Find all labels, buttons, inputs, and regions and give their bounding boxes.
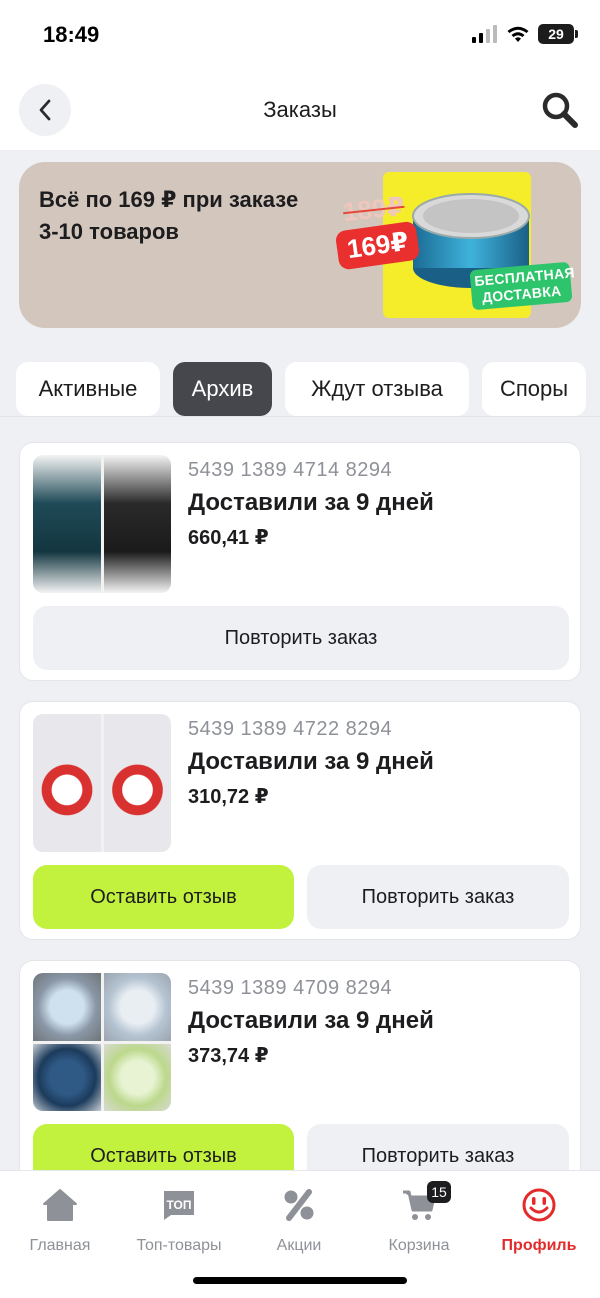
order-card[interactable]: 5439 1389 4722 8294 Доставили за 9 дней …: [19, 701, 581, 940]
order-price: 660,41 ₽: [188, 527, 269, 549]
nav-label: Топ-товары: [136, 1237, 222, 1254]
free-delivery-badge: БЕСПЛАТНАЯ ДОСТАВКА: [469, 261, 575, 311]
nav-profile[interactable]: Профиль: [479, 1185, 599, 1255]
search-icon: [542, 92, 578, 128]
product-image: [103, 973, 171, 1041]
signal-icon: [472, 25, 497, 43]
status-bar: 18:49 29: [0, 0, 600, 70]
battery-icon: 29: [538, 24, 578, 44]
home-indicator[interactable]: [193, 1277, 407, 1284]
tab-awaiting-review[interactable]: Ждут отзыва: [285, 362, 469, 416]
divider: [0, 416, 600, 417]
order-price: 310,72 ₽: [188, 786, 269, 808]
product-image: [103, 1043, 171, 1111]
order-number: 5439 1389 4709 8294: [188, 977, 393, 999]
nav-label: Профиль: [501, 1237, 577, 1254]
search-button[interactable]: [540, 90, 580, 130]
status-icons: 29: [472, 24, 578, 44]
order-price: 373,74 ₽: [188, 1045, 269, 1067]
tab-archive[interactable]: Архив: [173, 362, 272, 416]
cart-count-badge: 15: [427, 1181, 451, 1203]
promo-banner[interactable]: Всё по 169 ₽ при заказе 3-10 товаров 189…: [19, 162, 581, 328]
order-status: Доставили за 9 дней: [188, 1007, 434, 1034]
order-card[interactable]: 5439 1389 4714 8294 Доставили за 9 дней …: [19, 442, 581, 681]
product-image: [33, 714, 101, 852]
nav-header: Заказы: [0, 70, 600, 150]
tab-active[interactable]: Активные: [16, 362, 160, 416]
product-image: [33, 1043, 101, 1111]
svg-text:ТОП: ТОП: [167, 1198, 192, 1212]
profile-icon: [522, 1188, 556, 1222]
tab-disputes[interactable]: Споры: [482, 362, 586, 416]
status-time: 18:49: [43, 22, 100, 47]
product-image: [103, 455, 171, 593]
promo-text: Всё по 169 ₽ при заказе 3-10 товаров: [39, 187, 299, 244]
order-number: 5439 1389 4722 8294: [188, 718, 393, 740]
nav-label: Главная: [29, 1237, 91, 1254]
nav-label: Корзина: [388, 1237, 450, 1254]
order-status: Доставили за 9 дней: [188, 489, 434, 516]
page-title: Заказы: [263, 97, 337, 122]
top-icon: ТОП: [164, 1191, 194, 1220]
home-icon: [43, 1189, 77, 1221]
nav-cart[interactable]: Корзина: [359, 1185, 479, 1255]
order-number: 5439 1389 4714 8294: [188, 459, 393, 481]
order-tabs: Активные Архив Ждут отзыва Споры: [16, 362, 600, 416]
product-image: [103, 714, 171, 852]
order-card[interactable]: 5439 1389 4709 8294 Доставили за 9 дней …: [19, 960, 581, 1199]
leave-review-button[interactable]: Оставить отзыв: [33, 865, 294, 929]
wifi-icon: [507, 26, 529, 42]
product-image: [33, 455, 101, 593]
order-thumbnail: [33, 455, 171, 593]
nav-promotions[interactable]: Акции: [239, 1185, 359, 1255]
product-image: [33, 973, 101, 1041]
nav-home[interactable]: Главная: [0, 1185, 120, 1255]
repeat-order-button[interactable]: Повторить заказ: [307, 865, 569, 929]
nav-label: Акции: [276, 1237, 322, 1254]
nav-top-products[interactable]: ТОП Топ-товары: [119, 1185, 239, 1255]
order-thumbnail: [33, 714, 171, 852]
order-status: Доставили за 9 дней: [188, 748, 434, 775]
percent-icon: [284, 1189, 314, 1221]
order-thumbnail: [33, 973, 171, 1111]
repeat-order-button[interactable]: Повторить заказ: [33, 606, 569, 670]
